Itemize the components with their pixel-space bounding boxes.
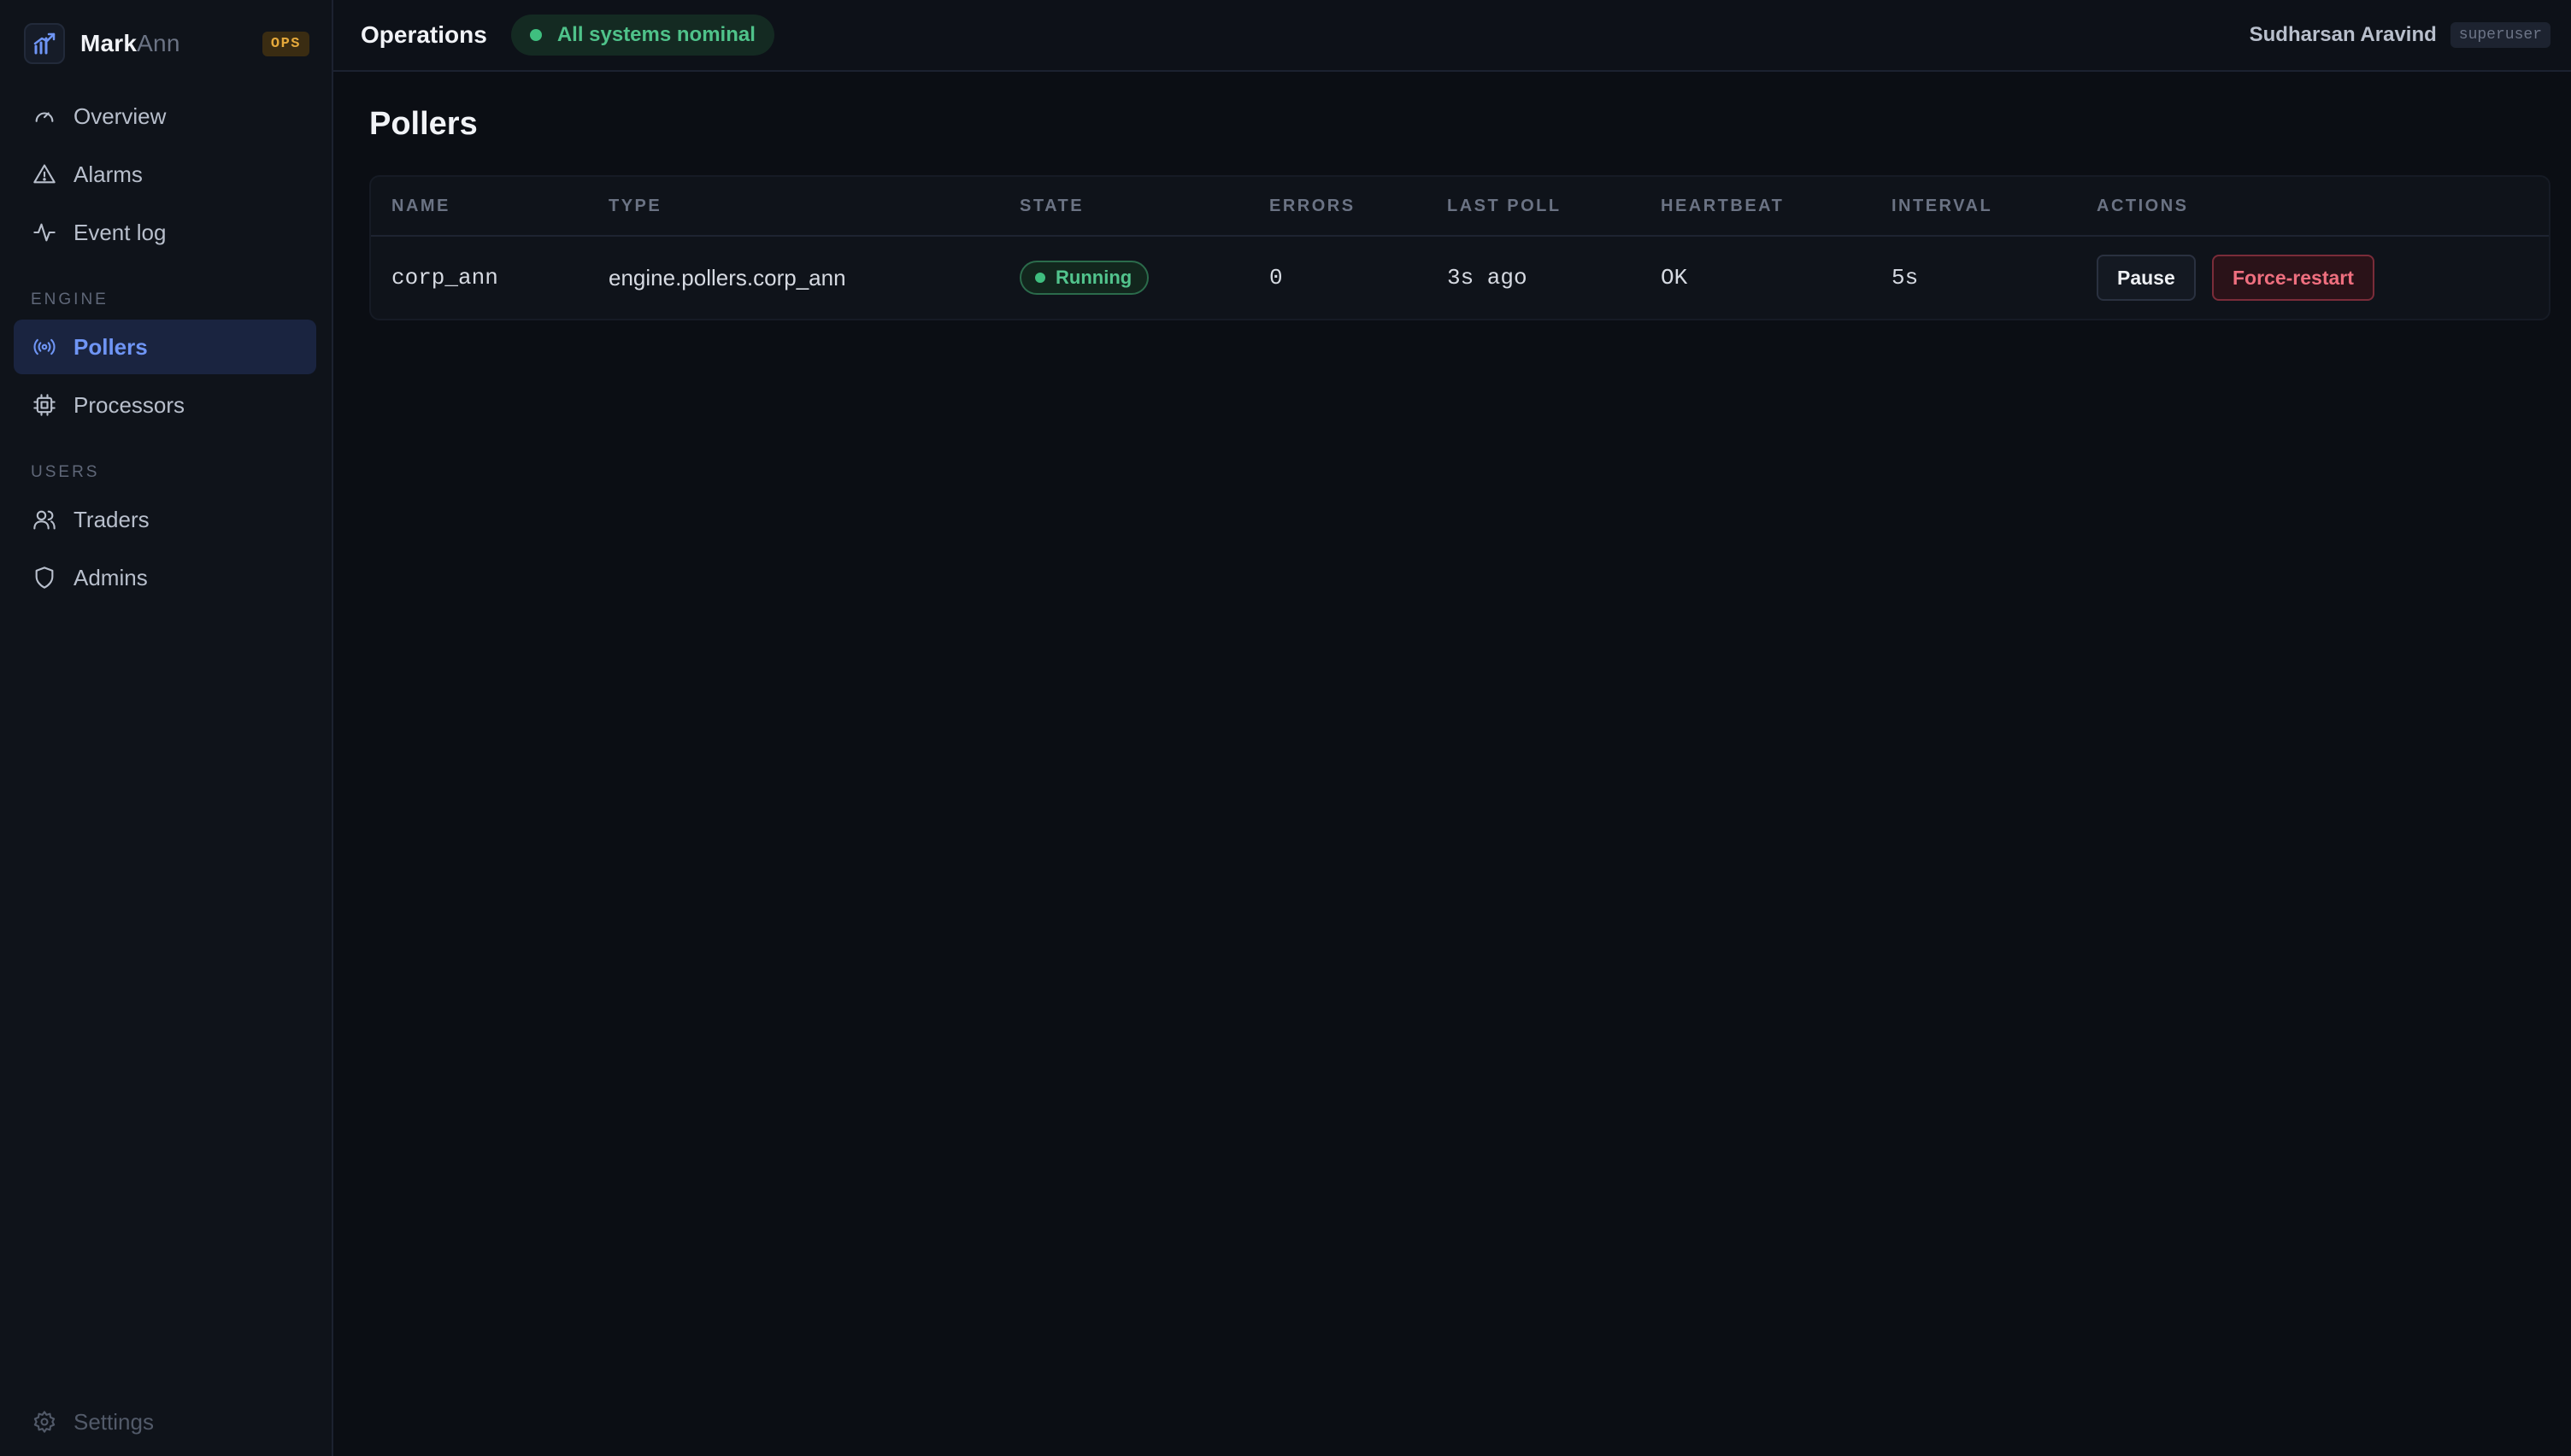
pause-button[interactable]: Pause <box>2097 255 2196 301</box>
pollers-table: NAME TYPE STATE ERRORS LAST POLL HEARTBE… <box>371 177 2549 319</box>
env-badge: OPS <box>262 31 309 56</box>
table-header-row: NAME TYPE STATE ERRORS LAST POLL HEARTBE… <box>371 177 2549 237</box>
sidebar-item-settings[interactable]: Settings <box>31 1408 154 1435</box>
sidebar-item-alarms[interactable]: Alarms <box>14 147 316 202</box>
cell-heartbeat: OK <box>1661 265 1688 291</box>
gear-icon <box>31 1408 58 1435</box>
column-header-actions: ACTIONS <box>2076 177 2549 237</box>
table-row[interactable]: corp_ann engine.pollers.corp_ann Running… <box>371 236 2549 319</box>
brand-name: MarkAnn <box>80 30 180 57</box>
user-name: Sudharsan Aravind <box>2249 23 2437 46</box>
user-menu[interactable]: Sudharsan Aravind superuser <box>2250 22 2550 48</box>
cell-type: engine.pollers.corp_ann <box>609 264 846 291</box>
sidebar-item-pollers[interactable]: Pollers <box>14 320 316 374</box>
sidebar-item-admins[interactable]: Admins <box>14 550 316 605</box>
sidebar-item-label: Event log <box>74 219 167 245</box>
status-dot-icon <box>529 29 542 41</box>
sidebar-item-label: Traders <box>74 506 150 532</box>
shield-icon <box>31 564 58 591</box>
brand-name-primary: Mark <box>80 30 138 56</box>
sidebar-item-processors[interactable]: Processors <box>14 378 316 432</box>
column-header-heartbeat[interactable]: HEARTBEAT <box>1640 177 1871 237</box>
cpu-chip-icon <box>31 391 58 419</box>
cell-errors: 0 <box>1269 265 1283 291</box>
column-header-state[interactable]: STATE <box>999 177 1249 237</box>
brand-name-secondary: Ann <box>137 30 180 56</box>
page: Pollers NAME TYPE STATE ERRORS LAST POLL… <box>333 72 2571 320</box>
nav-section-users: USERS <box>31 463 100 481</box>
brand[interactable]: MarkAnn OPS <box>24 22 309 65</box>
sidebar-item-label: Settings <box>74 1408 154 1435</box>
state-dot-icon <box>1035 273 1045 283</box>
column-header-type[interactable]: TYPE <box>588 177 999 237</box>
sidebar-item-label: Alarms <box>74 161 143 187</box>
sidebar-item-traders[interactable]: Traders <box>14 492 316 547</box>
cell-last-poll: 3s ago <box>1447 265 1527 291</box>
broadcast-signal-icon <box>31 333 58 361</box>
column-header-errors[interactable]: ERRORS <box>1249 177 1427 237</box>
column-header-last-poll[interactable]: LAST POLL <box>1427 177 1640 237</box>
force-restart-button[interactable]: Force-restart <box>2212 255 2374 301</box>
sidebar-item-label: Admins <box>74 564 148 590</box>
sidebar-nav: Overview Alarms Event log ENGINE Pollers… <box>14 89 316 608</box>
warning-triangle-icon <box>31 161 58 188</box>
app-root: MarkAnn OPS Overview Alarms Event log EN… <box>0 0 2571 1456</box>
sidebar-item-label: Overview <box>74 103 167 129</box>
page-title: Pollers <box>369 106 478 142</box>
users-icon <box>31 506 58 533</box>
system-status-pill[interactable]: All systems nominal <box>510 15 774 56</box>
cell-actions: Pause Force-restart <box>2076 236 2549 319</box>
cell-name: corp_ann <box>391 265 498 291</box>
sidebar-item-label: Pollers <box>74 333 148 360</box>
cell-state: Running <box>999 236 1249 319</box>
state-badge-label: Running <box>1056 267 1133 288</box>
topbar: Operations All systems nominal Sudharsan… <box>333 0 2571 72</box>
nav-section-engine: ENGINE <box>31 291 109 308</box>
sidebar-item-event-log[interactable]: Event log <box>14 205 316 260</box>
cell-interval: 5s <box>1891 265 1919 291</box>
main-content: Operations All systems nominal Sudharsan… <box>333 0 2571 1456</box>
sidebar-item-overview[interactable]: Overview <box>14 89 316 144</box>
system-status-text: All systems nominal <box>556 23 756 46</box>
pollers-table-card: NAME TYPE STATE ERRORS LAST POLL HEARTBE… <box>369 175 2550 320</box>
gauge-icon <box>31 103 58 130</box>
state-badge: Running <box>1020 261 1150 295</box>
column-header-interval[interactable]: INTERVAL <box>1871 177 2076 237</box>
user-role-badge: superuser <box>2450 22 2550 48</box>
sidebar-item-label: Processors <box>74 391 185 418</box>
activity-pulse-icon <box>31 219 58 246</box>
column-header-name[interactable]: NAME <box>371 177 588 237</box>
sidebar: MarkAnn OPS Overview Alarms Event log EN… <box>0 0 333 1456</box>
chart-trend-icon <box>24 23 65 64</box>
topbar-title: Operations <box>361 21 487 48</box>
